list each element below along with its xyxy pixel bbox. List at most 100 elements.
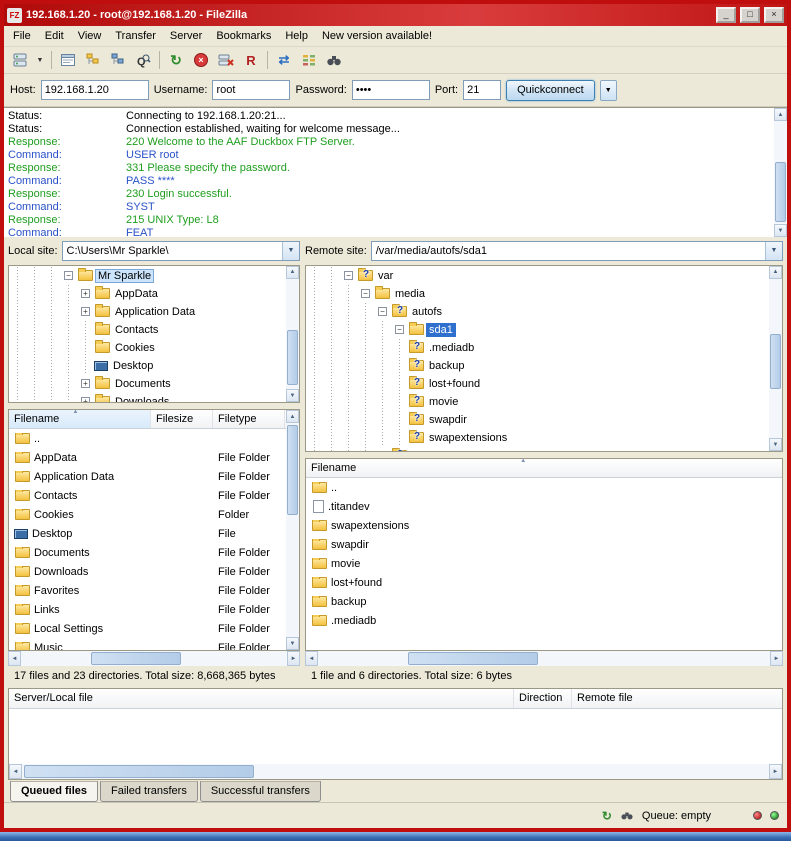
toggle-local-tree-button[interactable] [81,49,105,71]
expander-icon[interactable]: − [391,321,408,339]
menu-help[interactable]: Help [278,27,315,45]
menu-server[interactable]: Server [163,27,209,45]
tree-item-appdata[interactable]: + AppData [9,285,286,303]
tree-item-cookies[interactable]: Cookies [9,339,286,357]
file-row[interactable]: .mediadb [306,611,782,630]
menu-transfer[interactable]: Transfer [108,27,163,45]
tree-item-lost-found[interactable]: lost+found [306,375,769,393]
scroll-up-icon[interactable]: ▲ [774,108,787,121]
file-row[interactable]: swapdir [306,535,782,554]
remote-tree-scrollbar[interactable]: ▲ ▼ [769,266,782,452]
file-row[interactable]: ContactsFile Folder [9,486,286,505]
tree-item-var[interactable]: − var [306,267,769,285]
file-row[interactable]: .titandev [306,497,782,516]
tree-item-swapextensions[interactable]: swapextensions [306,429,769,447]
scroll-down-icon[interactable]: ▼ [286,389,299,402]
find-files-button[interactable] [322,49,346,71]
tree-item-application-data[interactable]: + Application Data [9,303,286,321]
username-input[interactable] [212,80,290,100]
menu-view[interactable]: View [71,27,109,45]
tree-item-swapdir[interactable]: swapdir [306,411,769,429]
menu-edit[interactable]: Edit [38,27,71,45]
tree-item-mediadb[interactable]: .mediadb [306,339,769,357]
cancel-button[interactable]: × [189,49,213,71]
site-manager-button[interactable] [8,49,32,71]
file-row[interactable]: DocumentsFile Folder [9,543,286,562]
tree-item-backup[interactable]: backup [306,357,769,375]
scroll-down-icon[interactable]: ▼ [774,224,787,237]
quickconnect-dropdown-button[interactable]: ▼ [600,80,617,101]
message-log-scrollbar[interactable]: ▲ ▼ [774,108,787,237]
minimize-button[interactable]: _ [716,7,736,23]
scroll-down-icon[interactable]: ▼ [769,438,782,451]
tab-failed-transfers[interactable]: Failed transfers [100,781,198,802]
remote-site-combo[interactable]: /var/media/autofs/sda1 ▼ [371,241,783,261]
tree-item-media[interactable]: − media [306,285,769,303]
column-header-remote-file[interactable]: Remote file [572,689,782,708]
file-row[interactable]: .. [9,429,286,448]
column-header-filename[interactable]: ▲Filename [9,410,151,428]
scroll-left-icon[interactable]: ◄ [305,651,318,666]
file-row[interactable]: Local SettingsFile Folder [9,619,286,638]
tab-queued-files[interactable]: Queued files [10,781,98,802]
expander-icon[interactable]: + [77,303,94,321]
expander-icon[interactable]: + [77,375,94,393]
expander-icon[interactable]: − [60,267,77,285]
tree-item-downloads[interactable]: + Downloads [9,393,286,403]
file-row[interactable]: lost+found [306,573,782,592]
queue-hscrollbar[interactable]: ◄ ► [9,764,782,779]
file-row[interactable]: DesktopFile [9,524,286,543]
scroll-right-icon[interactable]: ► [287,651,300,666]
chevron-down-icon[interactable]: ▼ [282,242,299,260]
file-row[interactable]: backup [306,592,782,611]
file-row[interactable]: DownloadsFile Folder [9,562,286,581]
chevron-down-icon[interactable]: ▼ [765,242,782,260]
queue-body[interactable] [9,709,782,764]
file-row[interactable]: MusicFile Folder [9,638,286,650]
scroll-up-icon[interactable]: ▲ [769,266,782,279]
refresh-button[interactable]: ↻ [164,49,188,71]
file-row[interactable]: CookiesFolder [9,505,286,524]
expander-icon[interactable]: − [340,267,357,285]
tree-item-contacts[interactable]: Contacts [9,321,286,339]
expander-icon[interactable]: + [77,285,94,303]
close-button[interactable]: × [764,7,784,23]
local-list-scrollbar[interactable]: ▲ ▼ [286,410,299,650]
scroll-right-icon[interactable]: ► [770,651,783,666]
scroll-up-icon[interactable]: ▲ [286,410,299,423]
file-row[interactable]: LinksFile Folder [9,600,286,619]
scroll-left-icon[interactable]: ◄ [9,764,22,779]
column-header-direction[interactable]: Direction [514,689,572,708]
file-row[interactable]: swapextensions [306,516,782,535]
tree-item-movie[interactable]: movie [306,393,769,411]
toggle-queue-button[interactable]: Q [131,49,155,71]
port-input[interactable] [463,80,501,100]
column-header-filename[interactable]: ▲Filename [306,459,782,477]
file-row[interactable]: AppDataFile Folder [9,448,286,467]
toggle-remote-tree-button[interactable] [106,49,130,71]
maximize-button[interactable]: □ [740,7,760,23]
site-manager-dropdown-button[interactable]: ▼ [33,49,47,71]
scroll-left-icon[interactable]: ◄ [8,651,21,666]
tree-item-autofs[interactable]: − autofs [306,303,769,321]
expander-icon[interactable]: − [357,285,374,303]
synchronized-browsing-button[interactable]: ⇄ [272,49,296,71]
local-tree-scrollbar[interactable]: ▲ ▼ [286,266,299,403]
toggle-message-log-button[interactable] [56,49,80,71]
local-list-hscrollbar[interactable]: ◄ ► [8,651,300,666]
file-row[interactable]: Application DataFile Folder [9,467,286,486]
quickconnect-button[interactable]: Quickconnect [506,80,595,101]
tree-item-dvd[interactable]: + dvd [306,447,769,452]
file-row[interactable]: .. [306,478,782,497]
expander-icon[interactable]: + [374,447,391,452]
tree-item-desktop[interactable]: Desktop [9,357,286,375]
column-header-server-local-file[interactable]: Server/Local file [9,689,514,708]
menu-file[interactable]: File [6,27,38,45]
scroll-up-icon[interactable]: ▲ [286,266,299,279]
directory-comparison-button[interactable] [297,49,321,71]
tree-item-sda1[interactable]: − sda1 [306,321,769,339]
local-site-combo[interactable]: C:\Users\Mr Sparkle\ ▼ [62,241,300,261]
column-header-filesize[interactable]: Filesize [151,410,213,428]
disconnect-button[interactable] [214,49,238,71]
password-input[interactable] [352,80,430,100]
